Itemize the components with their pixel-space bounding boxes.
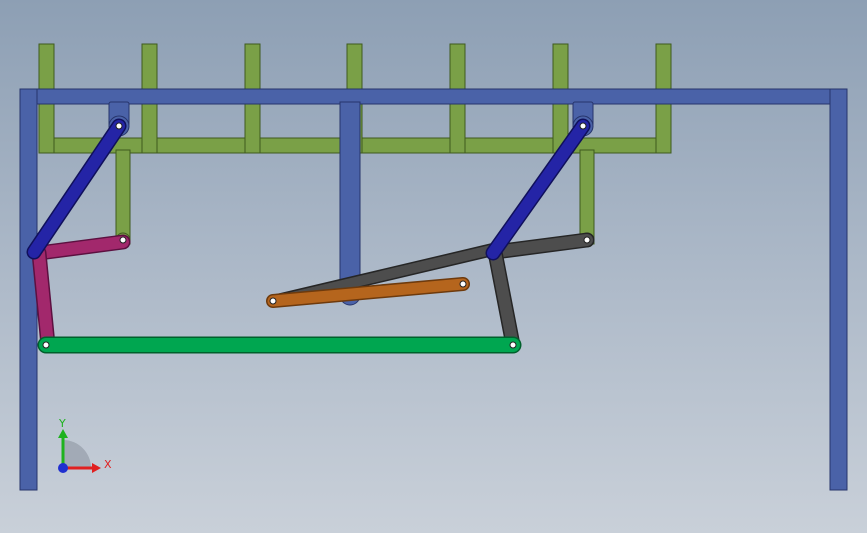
- blue-top-beam[interactable]: [19, 88, 847, 105]
- triad-y-label: Y: [58, 417, 66, 430]
- triad-z-axis: [58, 463, 68, 473]
- pin-joint[interactable]: [119, 236, 127, 244]
- pin-joint[interactable]: [583, 236, 591, 244]
- blue-left-leg[interactable]: [19, 88, 38, 491]
- pin-joint[interactable]: [509, 341, 517, 349]
- cad-viewport[interactable]: Y X: [0, 0, 867, 533]
- pin-joint[interactable]: [115, 122, 123, 130]
- magenta-links[interactable]: [31, 234, 131, 353]
- mechanism-model[interactable]: Y X: [0, 0, 867, 533]
- green-left-drop-arm[interactable]: [115, 149, 131, 245]
- triad-x-arrowhead: [92, 463, 101, 473]
- magenta-upper-link[interactable]: [33, 236, 129, 259]
- orientation-triad: Y X: [58, 417, 112, 473]
- triad-x-label: X: [104, 458, 112, 471]
- triad-y-arrowhead: [58, 429, 68, 438]
- pin-joint[interactable]: [579, 122, 587, 130]
- pin-joint[interactable]: [269, 297, 277, 305]
- pin-joint[interactable]: [42, 341, 50, 349]
- green-right-drop-arm[interactable]: [579, 149, 595, 245]
- pin-joint[interactable]: [459, 280, 467, 288]
- triad-background-quadrant: [63, 440, 91, 468]
- blue-right-leg[interactable]: [829, 88, 848, 491]
- blue-center-post[interactable]: [339, 101, 361, 297]
- green-coupler-group[interactable]: [37, 336, 522, 354]
